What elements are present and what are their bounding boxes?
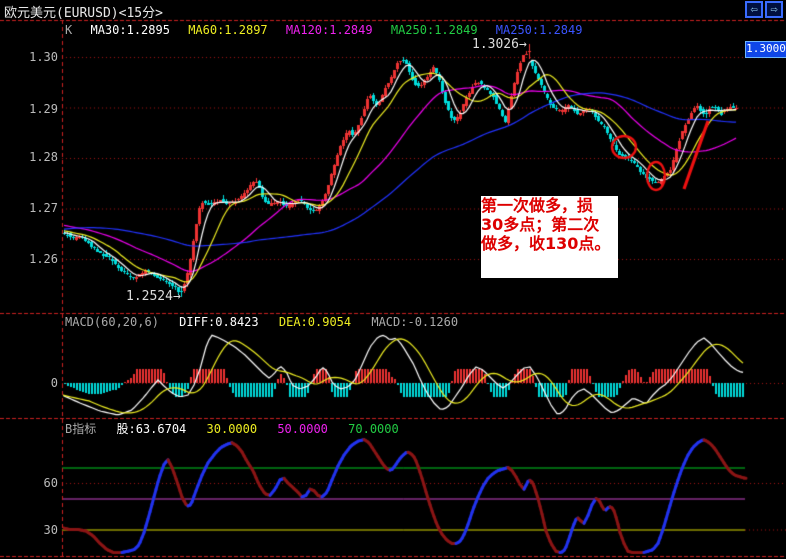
- window-title: 欧元美元(EURUSD)<15分>: [4, 6, 163, 21]
- level30-label: 30.0000: [206, 422, 258, 436]
- chart-canvas[interactable]: [0, 0, 786, 559]
- scroll-right-button[interactable]: ⇨: [765, 1, 783, 18]
- diff-value-label: DIFF:0.8423: [179, 315, 259, 329]
- b-axis-tick-30: 30: [43, 523, 58, 537]
- ma120-legend-item: MA120:1.2849: [285, 23, 373, 37]
- level70-label: 70.0000: [348, 422, 399, 436]
- left-arrow-icon: ⇦: [750, 2, 758, 16]
- macd-params-label: MACD(60,20,6): [65, 315, 159, 329]
- y-axis-tick: 1.26: [29, 252, 58, 266]
- ma30-legend-item: MA30:1.2895: [90, 23, 170, 37]
- title-bar: 欧元美元(EURUSD)<15分> ⇦ ⇨: [0, 0, 786, 21]
- level50-label: 50.0000: [277, 422, 328, 436]
- ma60-legend-item: MA60:1.2897: [188, 23, 268, 37]
- ma250-legend-item: MA250:1.2849: [390, 23, 478, 37]
- ma-legend: K MA30:1.2895 MA60:1.2897 MA120:1.2849 M…: [65, 23, 593, 37]
- ma250b-legend-item: MA250:1.2849: [495, 23, 583, 37]
- k-period-label: K: [65, 23, 73, 37]
- macd-legend: MACD(60,20,6) DIFF:0.8423 DEA:0.9054 MAC…: [65, 315, 471, 329]
- high-price-annotation: 1.3026→: [472, 37, 527, 52]
- y-axis-tick: 1.30: [29, 50, 58, 64]
- dea-value-label: DEA:0.9054: [278, 315, 352, 329]
- b-axis-tick-60: 60: [43, 476, 58, 490]
- b-value-label: 股:63.6704: [116, 422, 187, 436]
- right-arrow-icon: ⇨: [770, 2, 778, 16]
- trade-note: 第一次做多，损 30多点；第二次 做多，收130点。: [481, 196, 618, 278]
- macd-zero-tick: 0: [50, 376, 58, 390]
- scroll-left-button[interactable]: ⇦: [745, 1, 763, 18]
- trade-note-line: 第一次做多，损: [481, 196, 594, 215]
- b-indicator-legend: B指标 股:63.6704 30.0000 50.0000 70.0000: [65, 420, 412, 437]
- y-axis-tick: 1.29: [29, 102, 58, 116]
- price-level-tag: 1.3000: [745, 41, 786, 58]
- b-indicator-label: B指标: [65, 422, 97, 436]
- trading-app-window: 欧元美元(EURUSD)<15分> ⇦ ⇨ K MA30:1.2895 MA60…: [0, 0, 786, 559]
- y-axis-tick: 1.27: [29, 201, 58, 215]
- macd-value-label: MACD:-0.1260: [371, 315, 459, 329]
- trade-note-line: 做多，收130点。: [481, 234, 611, 253]
- y-axis-tick: 1.28: [29, 150, 58, 164]
- low-price-annotation: 1.2524→: [126, 289, 181, 304]
- trade-note-line: 30多点；第二次: [481, 215, 600, 234]
